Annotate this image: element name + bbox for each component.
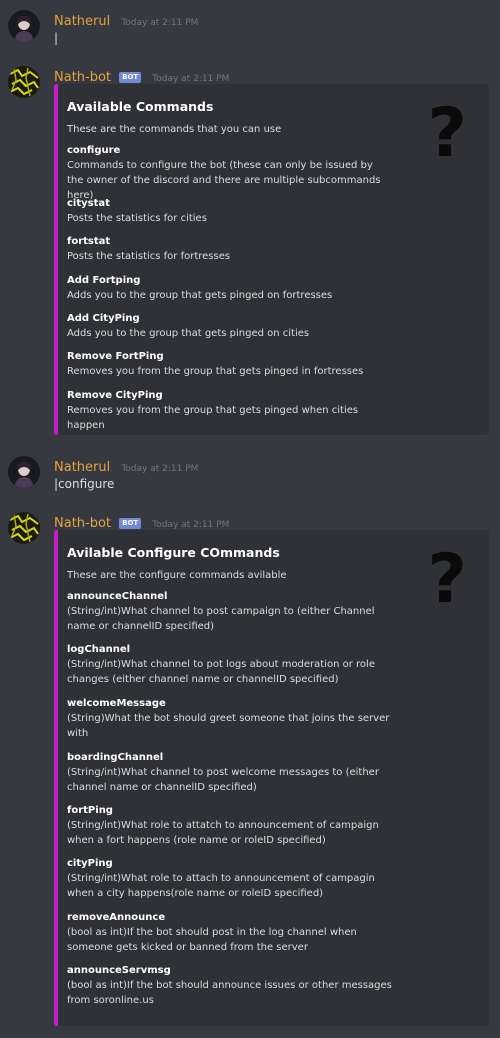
- field-name: announceChannel: [67, 591, 168, 602]
- embed-field: removeAnnounce (bool as int)If the bot s…: [67, 911, 392, 955]
- field-name: boardingChannel: [67, 752, 164, 763]
- field-name: Remove FortPing: [67, 351, 164, 362]
- field-name: logChannel: [67, 644, 131, 655]
- timestamp: Today at 2:11 PM: [152, 520, 230, 530]
- field-value: (String/int)What channel to post campaig…: [67, 606, 375, 632]
- embed-field: boardingChannel (String/int)What channel…: [67, 751, 392, 795]
- embed-field: citystat Posts the statistics for cities: [67, 197, 392, 226]
- embed-field: announceServmsg (bool as int)If the bot …: [67, 964, 392, 1008]
- field-name: Remove CityPing: [67, 390, 163, 401]
- timestamp: Today at 2:11 PM: [121, 18, 199, 28]
- message-content: |: [54, 31, 59, 45]
- timestamp: Today at 2:11 PM: [152, 74, 230, 84]
- message-content: |configure: [54, 477, 115, 491]
- field-name: welcomeMessage: [67, 698, 166, 709]
- field-value: Posts the statistics for fortresses: [67, 251, 231, 262]
- timestamp: Today at 2:11 PM: [121, 464, 199, 474]
- embed-field: Add Fortping Adds you to the group that …: [67, 274, 392, 303]
- bot-badge: BOT: [119, 518, 142, 529]
- field-name: announceServmsg: [67, 965, 171, 976]
- field-value: (String/int)What role to attatch to anno…: [67, 820, 379, 846]
- field-value: Posts the statistics for cities: [67, 213, 207, 224]
- embed-field: Remove CityPing Removes you from the gro…: [67, 389, 392, 433]
- question-mark-thumbnail-icon: ?: [427, 540, 467, 619]
- embed-field: logChannel (String/int)What channel to p…: [67, 643, 392, 687]
- field-value: (String/int)What channel to pot logs abo…: [67, 659, 375, 685]
- field-name: Add Fortping: [67, 275, 141, 286]
- username[interactable]: Natherul: [54, 460, 110, 475]
- question-mark-thumbnail-icon: ?: [427, 94, 467, 173]
- embed: ? Available Commands These are the comma…: [54, 84, 489, 435]
- embed-description: These are the commands that you can use: [67, 124, 282, 135]
- field-name: Add CityPing: [67, 313, 140, 324]
- field-value: Adds you to the group that gets pinged o…: [67, 328, 310, 339]
- field-value: (bool as int)If the bot should announce …: [67, 980, 392, 1006]
- field-value: (String/int)What role to attach to annou…: [67, 873, 375, 899]
- embed-field: Add CityPing Adds you to the group that …: [67, 312, 392, 341]
- embed-field: fortPing (String/int)What role to attatc…: [67, 804, 392, 848]
- field-value: (String)What the bot should greet someon…: [67, 713, 390, 739]
- embed-description: These are the configure commands avilabl…: [67, 570, 287, 581]
- field-name: removeAnnounce: [67, 912, 166, 923]
- field-name: configure: [67, 145, 121, 156]
- embed-field: welcomeMessage (String)What the bot shou…: [67, 697, 392, 741]
- embed-field: cityPing (String/int)What role to attach…: [67, 857, 392, 901]
- field-value: Adds you to the group that gets pinged o…: [67, 290, 333, 301]
- username[interactable]: Natherul: [54, 14, 110, 29]
- avatar[interactable]: [8, 512, 40, 544]
- embed-field: announceChannel (String/int)What channel…: [67, 590, 392, 634]
- embed: ? Avilable Configure COmmands These are …: [54, 530, 489, 1026]
- embed-title: Available Commands: [67, 99, 214, 114]
- message-nathbot-2: Nath-bot BOT Today at 2:11 PM ? Avilable…: [0, 506, 500, 1036]
- embed-title: Avilable Configure COmmands: [67, 545, 280, 560]
- bot-badge: BOT: [119, 72, 142, 83]
- field-value: Removes you from the group that gets pin…: [67, 366, 364, 377]
- field-value: (String/int)What channel to post welcome…: [67, 767, 379, 793]
- message-nathbot-1: Nath-bot BOT Today at 2:11 PM ? Availabl…: [0, 60, 500, 440]
- message-natherul-1: Natherul Today at 2:11 PM |: [0, 0, 500, 60]
- field-name: fortstat: [67, 236, 111, 247]
- field-name: fortPing: [67, 805, 113, 816]
- field-name: cityPing: [67, 858, 113, 869]
- field-value: Removes you from the group that gets pin…: [67, 405, 359, 431]
- field-value: (bool as int)If the bot should post in t…: [67, 927, 357, 953]
- username[interactable]: Nath-bot: [54, 70, 111, 85]
- embed-field: fortstat Posts the statistics for fortre…: [67, 235, 392, 264]
- avatar[interactable]: [8, 456, 40, 488]
- username[interactable]: Nath-bot: [54, 516, 111, 531]
- field-name: citystat: [67, 198, 110, 209]
- embed-field: configure Commands to configure the bot …: [67, 144, 392, 203]
- embed-field: Remove FortPing Removes you from the gro…: [67, 350, 392, 379]
- avatar[interactable]: [8, 66, 40, 98]
- avatar[interactable]: [8, 10, 40, 42]
- message-natherul-2: Natherul Today at 2:11 PM |configure: [0, 446, 500, 506]
